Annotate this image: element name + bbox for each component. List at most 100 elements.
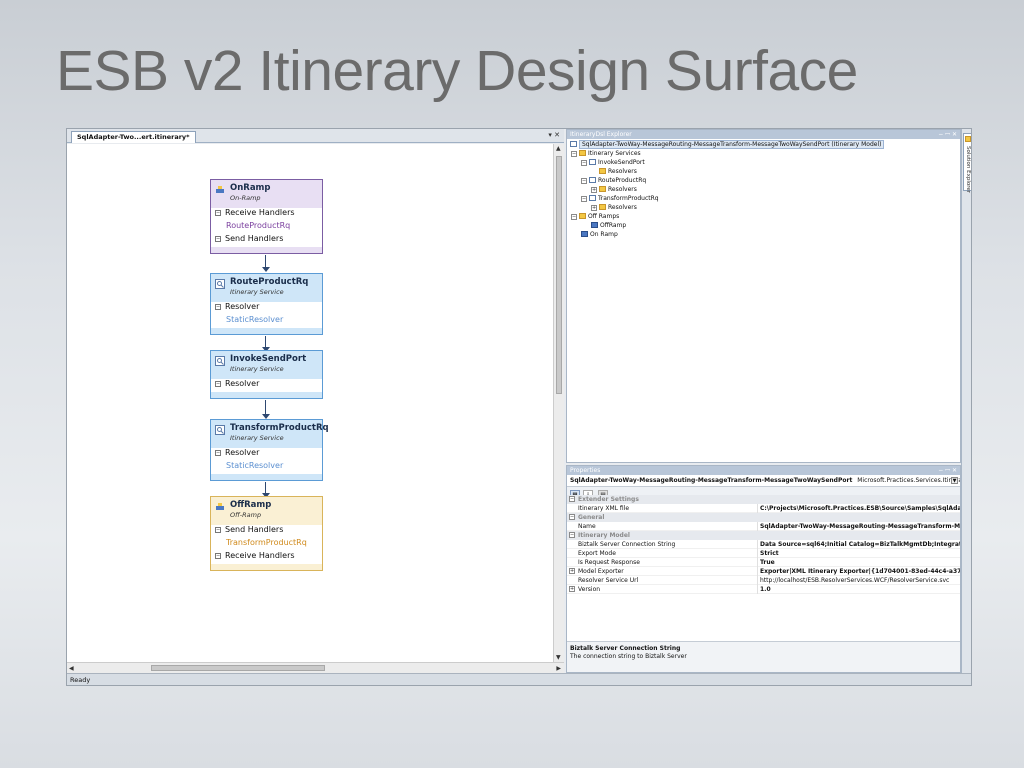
offramp-shape-name: OffRamp [230,500,272,510]
folder-icon [599,204,606,210]
property-value: Strict [760,550,779,557]
scroll-down-icon[interactable]: ▼ [556,654,561,661]
tree-node-root[interactable]: SqlAdapter-TwoWay-MessageRouting-Message… [570,140,885,149]
collapse-icon[interactable]: − [581,196,587,202]
collapse-icon[interactable]: − [215,210,221,216]
expand-icon[interactable]: + [569,586,575,592]
tree-node-itinerary-services[interactable]: − Itinerary Services [571,150,641,158]
property-description-text: The connection string to Biztalk Server [570,653,687,660]
onramp-receive-handler-item[interactable]: RouteProductRq [211,221,322,234]
scroll-left-icon[interactable]: ◀ [69,665,74,672]
scroll-right-icon[interactable]: ▶ [556,665,561,672]
property-row-export-mode[interactable]: Export Mode Strict [567,549,960,558]
tree-node-route-product-rq[interactable]: − RouteProductRq [581,177,646,185]
invoke-shape-footer [211,392,322,398]
property-row-model-exporter[interactable]: + Model Exporter Exporter|XML Itinerary Ex… [567,567,961,576]
collapse-icon[interactable]: − [571,151,577,157]
property-row-biztalk-connection-string[interactable]: Biztalk Server Connection String Data Sou… [567,540,961,549]
transform-resolver-row[interactable]: − Resolver [211,448,322,461]
canvas-horizontal-scrollbar[interactable]: ◀ ▶ [67,662,564,673]
collapse-icon[interactable]: − [215,304,221,310]
tree-node-invoke-resolvers[interactable]: Resolvers [599,168,637,176]
tree-node-label: On Ramp [590,231,618,238]
collapse-icon[interactable]: − [215,527,221,533]
tree-node-offramp[interactable]: OffRamp [591,222,626,230]
property-value: Exporter|XML Itinerary Exporter|{1d70400… [760,568,961,575]
tree-node-transform-resolvers[interactable]: + Resolvers [591,204,637,212]
properties-window-controls[interactable]: − ꟷ ✕ [938,466,957,475]
vertical-scroll-thumb[interactable] [556,156,562,394]
expand-icon[interactable]: + [591,187,597,193]
status-bar: Ready [67,673,971,685]
expand-icon[interactable]: + [591,205,597,211]
property-row-resolver-service-url[interactable]: Resolver Service Url http://localhost/ESB… [567,576,960,585]
onramp-receive-handlers-row[interactable]: − Receive Handlers [211,208,322,221]
canvas-vertical-scrollbar[interactable]: ▲ ▼ [553,144,564,662]
solution-explorer-tab[interactable]: Solution Explorer [963,133,971,193]
offramp-send-handler-item[interactable]: TransformProductRq [211,538,322,551]
category-label: Extender Settings [578,496,639,503]
offramp-send-handlers-row[interactable]: − Send Handlers [211,525,322,538]
property-row-itinerary-xml-file[interactable]: Itinerary XML file C:\Projects\Microsoft.… [567,504,960,513]
document-tab-itinerary[interactable]: SqlAdapter-Two...ert.itinerary* [71,131,196,143]
invoke-resolver-row[interactable]: − Resolver [211,379,322,392]
connector-line [265,482,266,493]
route-shape-type: Itinerary Service [230,288,284,296]
onramp-send-handlers-row[interactable]: − Send Handlers [211,234,322,247]
property-row-version[interactable]: + Version 1.0 [567,585,960,594]
invoke-send-port-shape[interactable]: InvokeSendPort Itinerary Service − Resolv… [210,350,323,399]
collapse-icon[interactable]: − [215,381,221,387]
property-name: Name [578,522,758,531]
collapse-icon[interactable]: − [215,553,221,559]
collapse-icon[interactable]: − [215,450,221,456]
scroll-up-icon[interactable]: ▲ [556,145,561,152]
onramp-shape[interactable]: OnRamp On-Ramp − Receive Handlers RoutePr… [210,179,323,254]
property-name: Resolver Service Url [578,576,758,585]
collapse-icon[interactable]: − [569,514,575,520]
collapse-icon[interactable]: − [569,532,575,538]
invoke-resolver-label: Resolver [225,379,260,388]
property-name: Biztalk Server Connection String [578,540,758,549]
itinerary-design-canvas[interactable]: OnRamp On-Ramp − Receive Handlers RoutePr… [67,144,553,662]
collapse-icon[interactable]: − [581,178,587,184]
category-general[interactable]: − General [567,513,960,522]
tree-node-root-label: SqlAdapter-TwoWay-MessageRouting-Message… [579,140,885,149]
tab-controls[interactable]: ▾ ✕ [548,131,560,139]
collapse-icon[interactable]: − [569,496,575,502]
itinerary-model-icon [570,141,577,147]
property-name: Model Exporter [578,567,758,576]
tree-node-on-ramp[interactable]: On Ramp [581,231,618,239]
tree-node-label: Resolvers [608,168,637,175]
category-itinerary-model[interactable]: − Itinerary Model [567,531,960,540]
collapse-icon[interactable]: − [581,160,587,166]
explorer-window-controls[interactable]: − ꟷ ✕ [938,130,957,139]
route-resolver-item[interactable]: StaticResolver [211,315,322,328]
route-resolver-row[interactable]: − Resolver [211,302,322,315]
offramp-shape[interactable]: OffRamp Off-Ramp − Send Handlers Transfor… [210,496,323,571]
connector-line [265,400,266,414]
property-row-name[interactable]: Name SqlAdapter-TwoWay-MessageRouting-Mes… [567,522,960,531]
collapse-icon[interactable]: − [215,236,221,242]
collapse-icon[interactable]: − [571,214,577,220]
itinerary-service-icon [589,177,596,183]
route-product-rq-shape[interactable]: RouteProductRq Itinerary Service − Resolv… [210,273,323,335]
tree-node-off-ramps[interactable]: − Off Ramps [571,213,619,221]
category-extender-settings[interactable]: − Extender Settings [567,495,960,504]
route-shape-footer [211,328,322,334]
property-value: Data Source=sql64;Initial Catalog=BizTal… [760,541,961,548]
tree-node-route-resolvers[interactable]: + Resolvers [591,186,637,194]
tree-node-invoke-send-port[interactable]: − InvokeSendPort [581,159,645,167]
property-row-is-request-response[interactable]: Is Request Response True [567,558,960,567]
offramp-receive-handlers-row[interactable]: − Receive Handlers [211,551,322,564]
transform-resolver-item[interactable]: StaticResolver [211,461,322,474]
selected-object-type: Microsoft.Practices.Services.ItineraryDs… [857,477,960,484]
expand-icon[interactable]: + [569,568,575,574]
transform-product-rq-shape[interactable]: TransformProductRq Itinerary Service − Re… [210,419,329,481]
tree-node-transform-product-rq[interactable]: − TransformProductRq [581,195,659,203]
properties-object-selector[interactable]: SqlAdapter-TwoWay-MessageRouting-Message… [567,475,960,487]
chevron-down-icon[interactable]: ▼ [951,477,958,484]
horizontal-scroll-thumb[interactable] [151,665,325,671]
tree-node-label: InvokeSendPort [598,159,645,166]
route-resolver-label: Resolver [225,302,260,311]
properties-pane: Properties − ꟷ ✕ SqlAdapter-TwoWay-Messa… [566,465,961,673]
